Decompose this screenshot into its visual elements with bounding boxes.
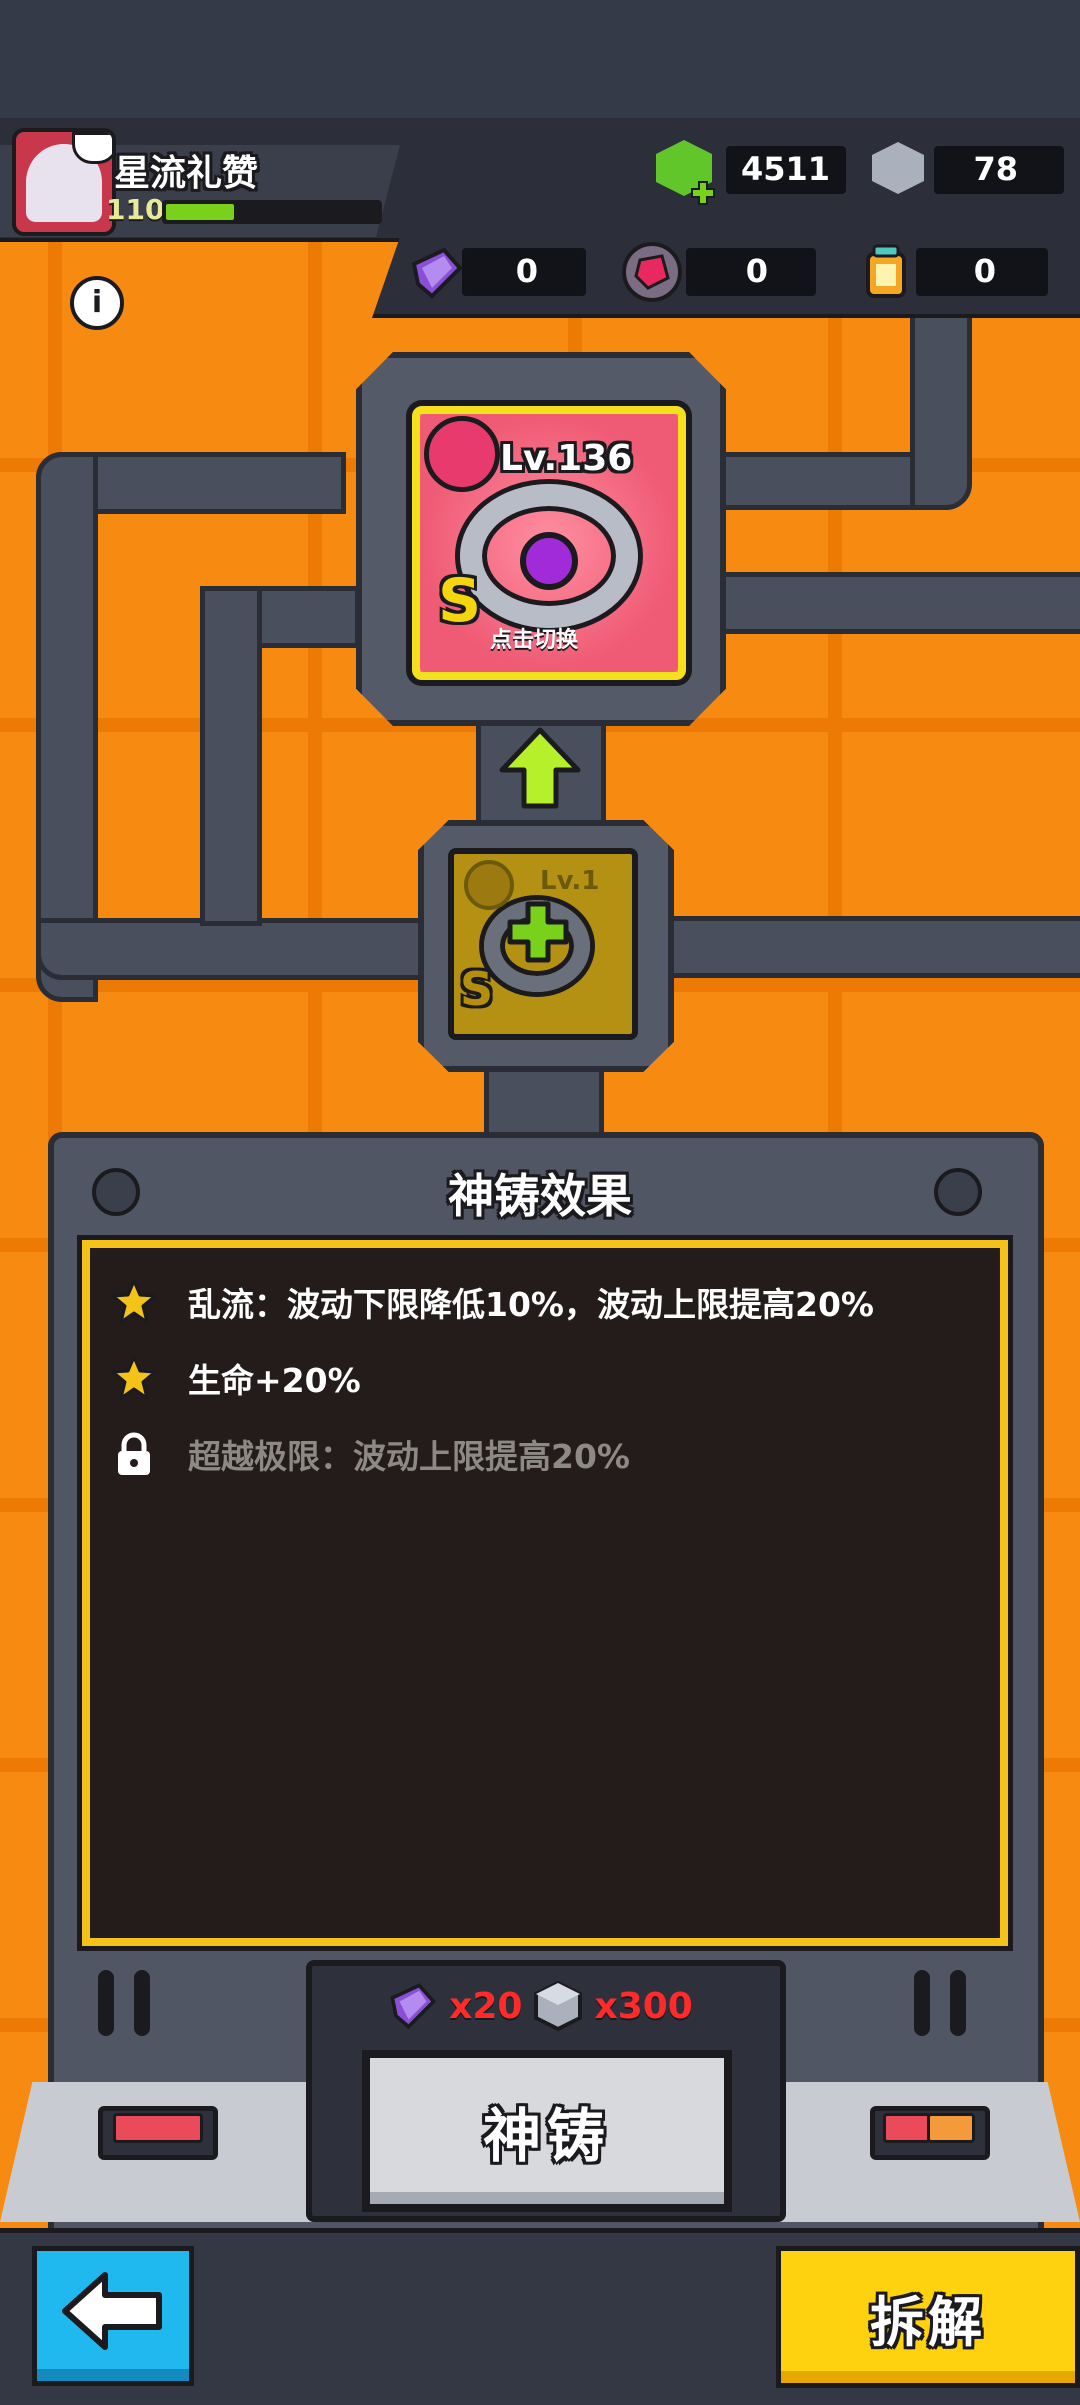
star-icon bbox=[111, 1279, 157, 1324]
purple-shard-icon bbox=[390, 1983, 437, 2030]
forge-button[interactable]: 神铸 bbox=[362, 2050, 732, 2212]
dismantle-button-label: 拆解 bbox=[870, 2290, 986, 2354]
ring-gem-icon bbox=[520, 532, 578, 590]
indicator-lamp bbox=[98, 2106, 218, 2160]
player-level: 110 bbox=[106, 193, 165, 226]
shard-cost: x20 bbox=[449, 1985, 523, 2027]
player-name: 星流礼赞 bbox=[114, 153, 259, 194]
red-light bbox=[883, 2113, 931, 2143]
cube-cost: x300 bbox=[594, 1985, 693, 2027]
orange-light bbox=[927, 2113, 975, 2143]
forge-button-label: 神铸 bbox=[482, 2102, 611, 2170]
pipe bbox=[720, 572, 1080, 634]
effects-list bbox=[82, 1240, 1008, 1946]
slot-bar bbox=[134, 1970, 150, 2036]
pipe bbox=[910, 300, 972, 510]
shard-count: 0 bbox=[515, 252, 538, 290]
effect-text: 超越极限：波动上限提高20% bbox=[188, 1437, 630, 1476]
slot-bar bbox=[98, 1970, 114, 2036]
status-bar bbox=[0, 0, 1080, 118]
red-crystal-icon bbox=[622, 242, 682, 302]
pipe bbox=[660, 916, 1080, 978]
xp-bar bbox=[162, 200, 382, 224]
effect-item: 乱流：波动下限降低10%，波动上限提高20% bbox=[110, 1272, 874, 1332]
dismantle-button[interactable]: 拆解 bbox=[776, 2246, 1080, 2388]
pipe bbox=[36, 918, 436, 980]
add-gems-icon[interactable] bbox=[690, 180, 716, 206]
add-material-icon[interactable] bbox=[506, 900, 570, 964]
slot-bar bbox=[914, 1970, 930, 2036]
silver-cube-icon bbox=[534, 1980, 583, 2032]
ring-type-icon bbox=[424, 416, 500, 492]
equipment-level: Lv.136 bbox=[500, 438, 633, 479]
back-button[interactable] bbox=[32, 2246, 194, 2386]
arrow-left-icon bbox=[62, 2272, 162, 2350]
forge-cost: x20 x300 bbox=[306, 1976, 774, 2036]
panel-title: 神铸效果 bbox=[448, 1169, 632, 1223]
gem-count: 4511 bbox=[740, 150, 830, 188]
effect-text: 生命+20% bbox=[188, 1361, 361, 1400]
crystal-count: 0 bbox=[745, 252, 768, 290]
star-icon bbox=[111, 1355, 157, 1400]
lock-icon bbox=[118, 1432, 150, 1475]
rank-badge: S bbox=[438, 566, 482, 636]
effect-item: 生命+20% bbox=[110, 1348, 361, 1408]
lantern-icon bbox=[866, 244, 906, 298]
avatar[interactable] bbox=[12, 128, 116, 236]
switch-hint[interactable]: 点击切换 bbox=[490, 622, 578, 654]
xp-bar-fill bbox=[166, 204, 234, 220]
effect-text: 乱流：波动下限降低10%，波动上限提高20% bbox=[188, 1285, 874, 1324]
lantern-count: 0 bbox=[973, 252, 996, 290]
material-level: Lv.1 bbox=[540, 866, 600, 896]
indicator-lamp bbox=[870, 2106, 990, 2160]
effect-item: 超越极限：波动上限提高20% bbox=[110, 1424, 630, 1484]
arrow-up-icon bbox=[499, 727, 581, 809]
cube-count: 78 bbox=[973, 150, 1018, 188]
slot-bar bbox=[950, 1970, 966, 2036]
purple-shard-icon bbox=[411, 247, 463, 299]
red-light bbox=[113, 2113, 203, 2143]
santa-hat-icon bbox=[72, 132, 112, 164]
material-rank-badge: S bbox=[460, 962, 494, 1016]
pipe bbox=[200, 586, 262, 926]
info-button[interactable]: i bbox=[70, 276, 124, 330]
